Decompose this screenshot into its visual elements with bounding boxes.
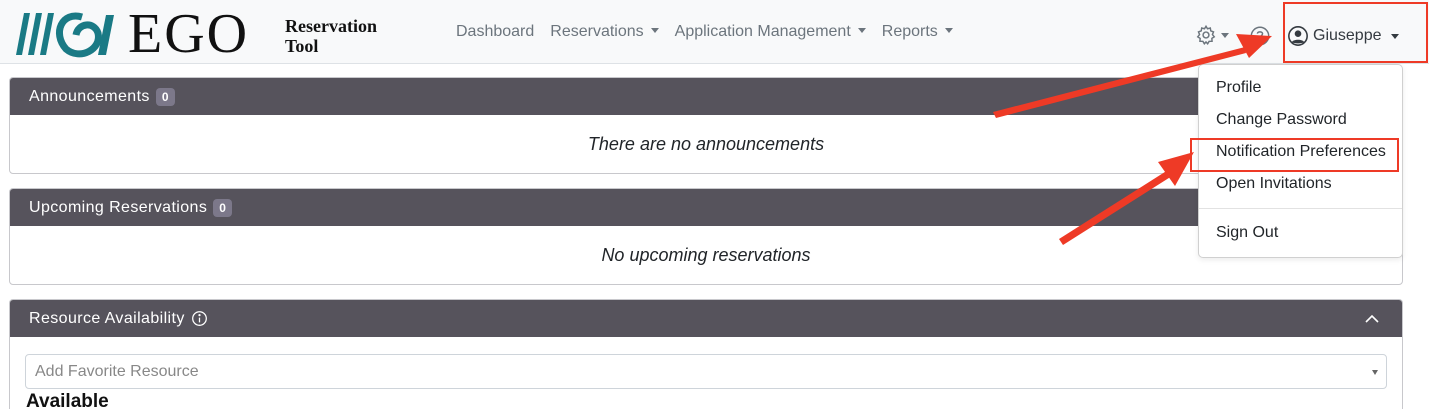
ego-logo[interactable]: EGO bbox=[10, 3, 250, 65]
available-heading: Available bbox=[26, 391, 109, 409]
add-favorite-resource-placeholder: Add Favorite Resource bbox=[35, 362, 199, 380]
upcoming-reservations-header[interactable]: Upcoming Reservations 0 bbox=[10, 189, 1402, 226]
nav-dashboard[interactable]: Dashboard bbox=[448, 23, 542, 41]
select-caret-icon bbox=[1372, 370, 1378, 375]
settings-caret-icon bbox=[1221, 32, 1229, 38]
help-icon bbox=[1250, 26, 1270, 46]
settings-dropdown-button[interactable] bbox=[1195, 24, 1241, 46]
resource-availability-header[interactable]: Resource Availability bbox=[10, 300, 1402, 337]
menu-item-open-invitations[interactable]: Open Invitations bbox=[1199, 169, 1402, 199]
announcements-header[interactable]: Announcements 0 bbox=[10, 78, 1402, 115]
user-menu-highlight-box bbox=[1283, 2, 1428, 63]
help-button[interactable] bbox=[1249, 25, 1271, 47]
ego-waves-logo-icon bbox=[16, 12, 114, 58]
menu-item-sign-out[interactable]: Sign Out bbox=[1199, 218, 1402, 248]
upcoming-reservations-title: Upcoming Reservations bbox=[29, 198, 208, 216]
main-nav: Dashboard Reservations Application Manag… bbox=[448, 0, 961, 64]
logo-subtitle-line2: Tool bbox=[285, 36, 319, 56]
announcements-title: Announcements bbox=[29, 87, 150, 105]
menu-item-profile[interactable]: Profile bbox=[1199, 73, 1402, 103]
nav-reports-dropdown[interactable]: Reports bbox=[874, 23, 961, 41]
upcoming-reservations-card: Upcoming Reservations 0 No upcoming rese… bbox=[9, 188, 1403, 285]
nav-reservations-dropdown[interactable]: Reservations bbox=[542, 23, 666, 41]
upcoming-reservations-count-badge: 0 bbox=[213, 198, 233, 217]
logo-subtitle: Reservation Tool bbox=[285, 16, 377, 56]
menu-divider bbox=[1199, 208, 1402, 209]
logo-subtitle-line1: Reservation bbox=[285, 16, 377, 36]
announcements-count-badge: 0 bbox=[155, 87, 175, 106]
add-favorite-resource-select[interactable]: Add Favorite Resource bbox=[25, 354, 1387, 389]
top-navbar: EGO Reservation Tool Dashboard Reservati… bbox=[0, 0, 1429, 64]
resource-availability-title: Resource Availability bbox=[29, 309, 185, 327]
info-icon[interactable] bbox=[191, 310, 208, 327]
resource-availability-card: Resource Availability Add Favorite Resou… bbox=[9, 299, 1403, 409]
notification-preferences-highlight-box bbox=[1190, 138, 1399, 172]
logo-wordmark: EGO bbox=[128, 3, 250, 65]
upcoming-reservations-empty-text: No upcoming reservations bbox=[601, 244, 811, 265]
gear-icon bbox=[1196, 24, 1216, 46]
chevron-up-icon[interactable] bbox=[1364, 311, 1380, 327]
menu-item-change-password[interactable]: Change Password bbox=[1199, 105, 1402, 135]
nav-application-management-dropdown[interactable]: Application Management bbox=[667, 23, 874, 41]
